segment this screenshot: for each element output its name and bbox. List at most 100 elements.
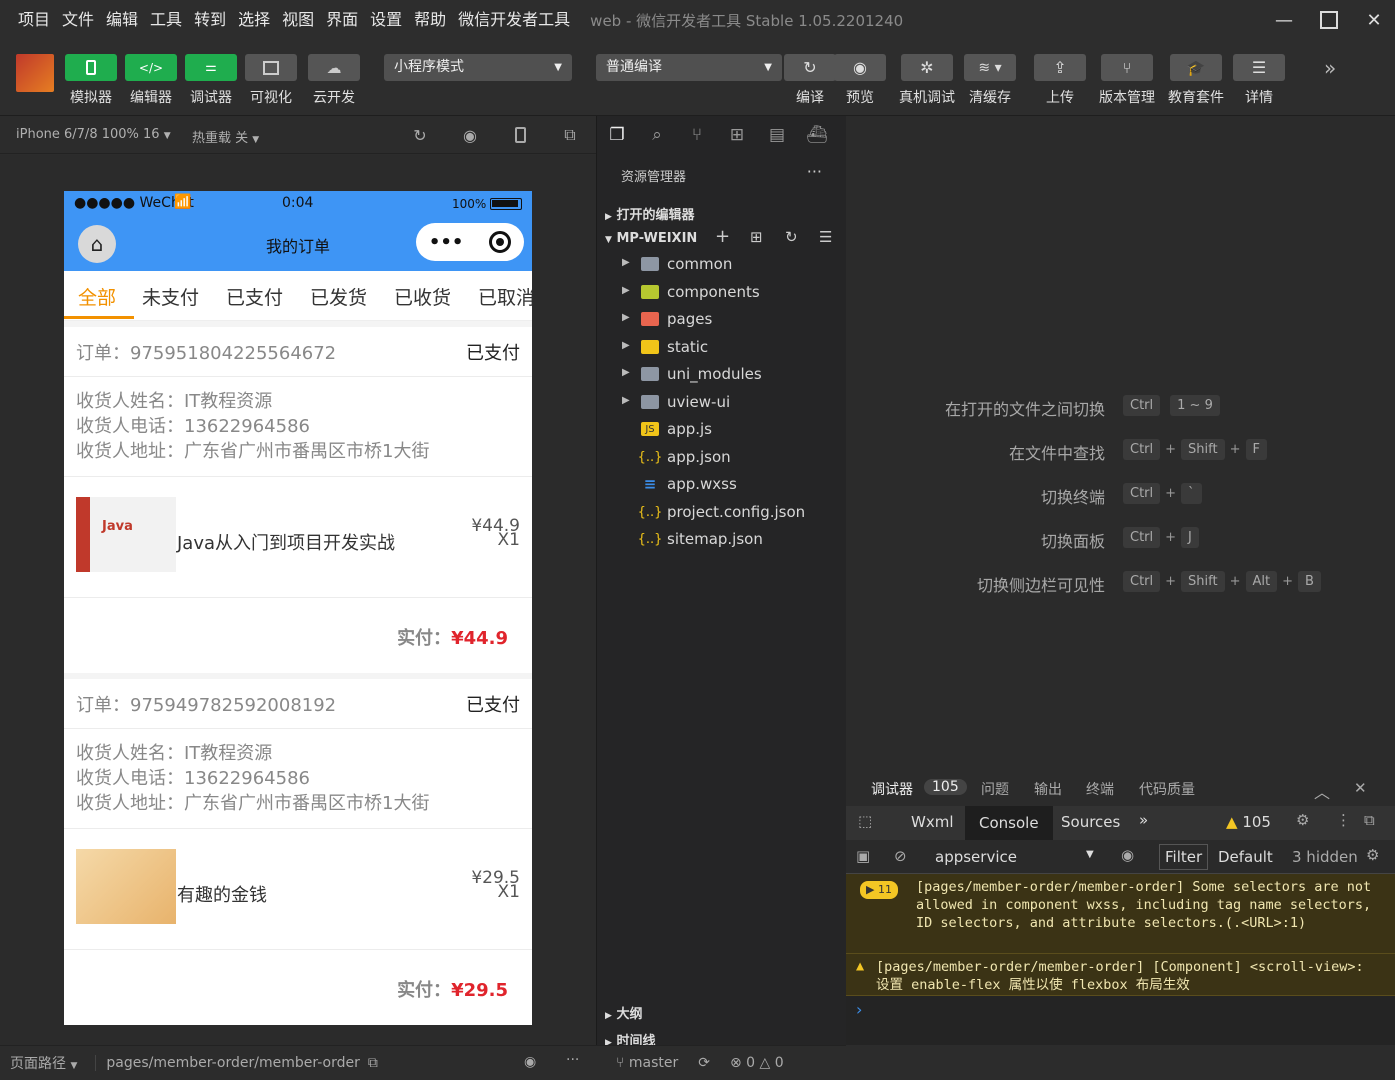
tab-problems[interactable]: 问题	[981, 779, 1009, 799]
level-select[interactable]: Default	[1218, 848, 1273, 866]
project-section[interactable]: ▼ MP-WEIXIN	[605, 231, 697, 246]
dock-icon[interactable]: ⧉	[1364, 811, 1375, 829]
minimize-button[interactable]: —	[1266, 0, 1302, 40]
tab-debugger[interactable]: 调试器	[871, 779, 913, 799]
kebab-icon[interactable]: ⋮	[1336, 811, 1351, 829]
refresh-icon[interactable]: ↻	[785, 228, 798, 246]
more-tabs-icon[interactable]: »	[1139, 811, 1148, 829]
tab-output[interactable]: 输出	[1034, 779, 1062, 799]
storage-icon[interactable]: ▤	[765, 123, 789, 147]
page-path-select[interactable]: 页面路径 ▼	[10, 1053, 77, 1073]
warnings-counter[interactable]: ▲ 105	[1226, 813, 1271, 831]
tab-sources[interactable]: Sources	[1061, 813, 1120, 831]
menu-settings[interactable]: 设置	[364, 0, 408, 40]
tab-cancelled[interactable]: 已取消	[478, 283, 532, 310]
eye-icon[interactable]: ◉	[524, 1054, 536, 1070]
menu-interface[interactable]: 界面	[320, 0, 364, 40]
stop-button[interactable]: ◉	[458, 124, 482, 146]
simulator-button[interactable]: 模拟器	[65, 54, 117, 107]
console-prompt[interactable]: ›	[846, 996, 1395, 1024]
tab-code-quality[interactable]: 代码质量	[1139, 779, 1195, 799]
menu-select[interactable]: 选择	[232, 0, 276, 40]
detach-button[interactable]: ⧉	[558, 124, 582, 146]
target-icon[interactable]	[489, 231, 512, 253]
upload-button[interactable]: ⇪ 上传	[1034, 54, 1086, 107]
menu-tools[interactable]: 工具	[144, 0, 188, 40]
hot-reload-toggle[interactable]: 热重载 关 ▼	[192, 127, 259, 146]
menu-project[interactable]: 项目	[12, 0, 56, 40]
avatar[interactable]	[16, 54, 54, 92]
copy-icon[interactable]: ⧉	[368, 1055, 378, 1071]
order-card[interactable]: 订单：975949782592008192 已支付 收货人姓名：IT教程资源 收…	[64, 679, 532, 1025]
close-button[interactable]: ✕	[1356, 0, 1392, 40]
tree-item-uview-ui[interactable]: ▶ uview-ui	[597, 390, 847, 417]
visual-button[interactable]: 可视化	[245, 54, 297, 107]
rotate-button[interactable]: ↻	[408, 124, 432, 146]
tab-received[interactable]: 已收货	[394, 283, 451, 310]
sidebar-toggle-icon[interactable]: ▣	[856, 847, 870, 865]
compile-button[interactable]: ↻ 编译	[784, 54, 836, 107]
menu-devtools[interactable]: 微信开发者工具	[452, 0, 576, 40]
tree-item-app-js[interactable]: JS app.js	[597, 417, 847, 444]
clear-console-icon[interactable]: ⊘	[894, 847, 907, 865]
mode-select[interactable]: 小程序模式 ▼	[384, 54, 572, 81]
more-dots-icon[interactable]: ···	[566, 1052, 579, 1068]
details-button[interactable]: ☰ 详情	[1233, 54, 1285, 107]
tree-item-sitemap[interactable]: {..} sitemap.json	[597, 527, 847, 554]
tree-item-project-config[interactable]: {..} project.config.json	[597, 500, 847, 527]
context-select[interactable]: appservice	[935, 848, 1017, 866]
remote-debug-button[interactable]: ✲ 真机调试	[899, 54, 955, 107]
tree-item-common[interactable]: ▶ common	[597, 252, 847, 279]
tab-console[interactable]: Console	[965, 806, 1053, 840]
menu-edit[interactable]: 编辑	[100, 0, 144, 40]
chevron-up-icon[interactable]: ︿	[1314, 779, 1330, 803]
new-file-icon[interactable]: +	[715, 226, 730, 247]
device-button[interactable]	[508, 124, 532, 146]
git-icon[interactable]: ⑂	[685, 123, 709, 147]
tree-item-pages[interactable]: ▶ pages	[597, 307, 847, 334]
tree-item-components[interactable]: ▶ components	[597, 280, 847, 307]
problems-status[interactable]: ⊗ 0 △ 0	[730, 1055, 784, 1071]
console-message[interactable]: ▶ 11 [pages/member-order/member-order] S…	[846, 874, 1395, 954]
more-dots-icon[interactable]: ···	[807, 162, 822, 181]
gear-icon[interactable]: ⚙	[1296, 811, 1309, 829]
clear-cache-button[interactable]: ≋ ▾ 清缓存	[964, 54, 1016, 107]
more-chevron-icon[interactable]: »	[1324, 56, 1336, 80]
maximize-button[interactable]	[1311, 0, 1347, 40]
collapse-icon[interactable]: ☰	[819, 228, 832, 246]
inspect-icon[interactable]: ⬚	[858, 812, 872, 830]
tree-item-app-json[interactable]: {..} app.json	[597, 445, 847, 472]
sync-icon[interactable]: ⟳	[698, 1055, 710, 1071]
tab-unpaid[interactable]: 未支付	[142, 283, 199, 310]
tree-item-uni-modules[interactable]: ▶ uni_modules	[597, 362, 847, 389]
tree-item-static[interactable]: ▶ static	[597, 335, 847, 362]
edu-button[interactable]: 🎓 教育套件	[1168, 54, 1224, 107]
filter-input[interactable]: Filter	[1159, 844, 1209, 870]
tab-all[interactable]: 全部	[78, 283, 116, 310]
files-icon[interactable]: ❐	[605, 123, 629, 147]
git-branch[interactable]: ⑂ master	[616, 1055, 678, 1071]
new-folder-icon[interactable]: ⊞	[750, 228, 763, 246]
editor-button[interactable]: </> 编辑器	[125, 54, 177, 107]
device-select[interactable]: iPhone 6/7/8 100% 16 ▼	[16, 127, 171, 142]
order-card[interactable]: 订单：975951804225564672 已支付 收货人姓名：IT教程资源 收…	[64, 327, 532, 673]
order-item[interactable]: Java Java从入门到项目开发实战 ¥44.9 X1	[64, 477, 532, 598]
close-icon[interactable]: ✕	[1354, 779, 1367, 797]
tab-shipped[interactable]: 已发货	[310, 283, 367, 310]
order-item[interactable]: 有趣的金钱 ¥29.5 X1	[64, 829, 532, 950]
open-editors-section[interactable]: ▶ 打开的编辑器	[605, 204, 694, 223]
tab-wxml[interactable]: Wxml	[911, 813, 954, 831]
menu-goto[interactable]: 转到	[188, 0, 232, 40]
preview-button[interactable]: ◉ 预览	[834, 54, 886, 107]
search-icon[interactable]: ⌕	[645, 123, 669, 147]
tab-paid[interactable]: 已支付	[226, 283, 283, 310]
extensions-icon[interactable]: ⊞	[725, 123, 749, 147]
version-button[interactable]: ⑂ 版本管理	[1099, 54, 1155, 107]
debugger-button[interactable]: ⚌ 调试器	[185, 54, 237, 107]
menu-file[interactable]: 文件	[56, 0, 100, 40]
tree-item-app-wxss[interactable]: ≡ app.wxss	[597, 472, 847, 499]
eye-icon[interactable]: ◉	[1121, 846, 1134, 864]
tab-terminal[interactable]: 终端	[1086, 779, 1114, 799]
console-message[interactable]: ▲ [pages/member-order/member-order] [Com…	[846, 954, 1395, 996]
cloud-button[interactable]: ☁ 云开发	[308, 54, 360, 107]
